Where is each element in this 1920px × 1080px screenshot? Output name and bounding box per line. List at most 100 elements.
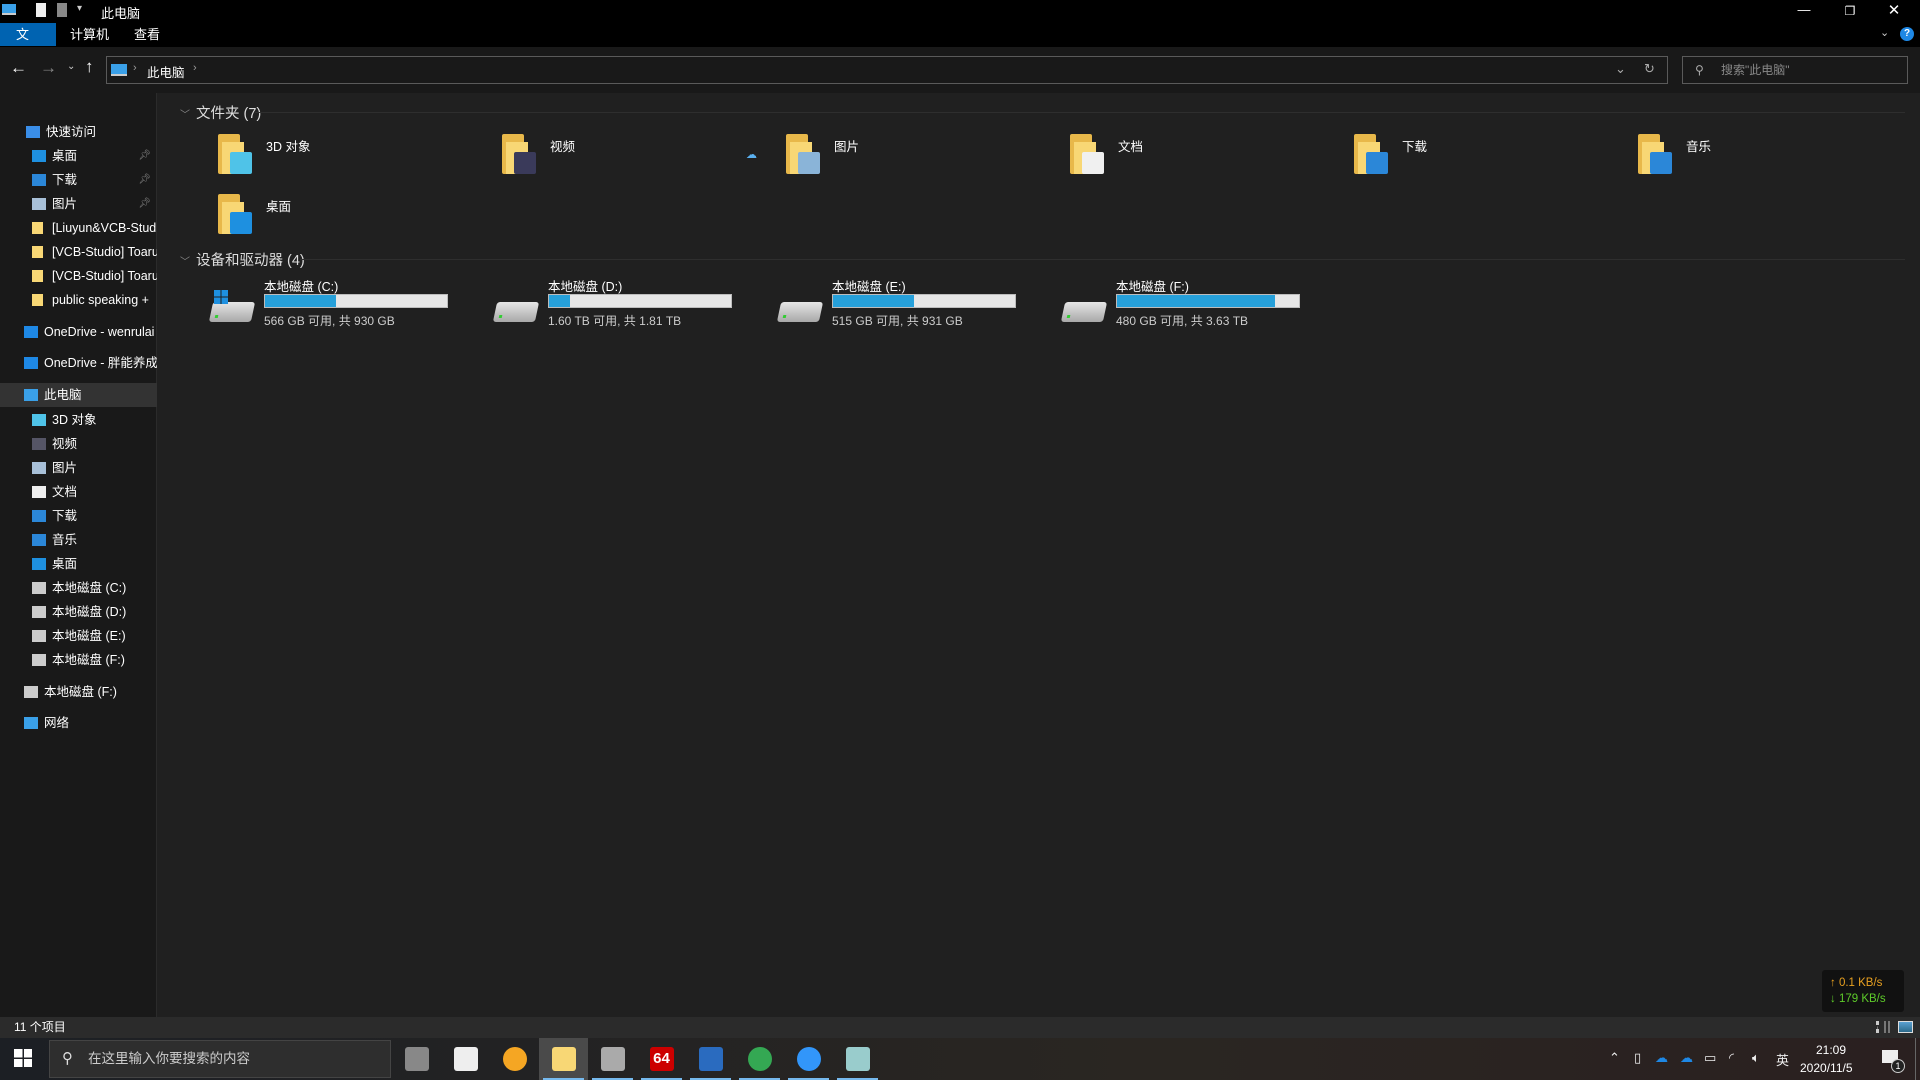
- drive-item[interactable]: 本地磁盘 (C:) 566 GB 可用, 共 930 GB: [208, 276, 495, 332]
- taskbar-weather[interactable]: [490, 1038, 539, 1080]
- chevron-right-icon[interactable]: ›: [133, 62, 137, 74]
- nav-item-pc[interactable]: 图片: [0, 456, 157, 480]
- address-bar[interactable]: › 此电脑 › ⌄ ↻: [106, 56, 1668, 84]
- refresh-icon[interactable]: ↻: [1644, 61, 1655, 77]
- nav-item-pc[interactable]: 3D 对象: [0, 408, 157, 432]
- folder-item[interactable]: 文档: [1070, 130, 1354, 178]
- nav-item-pc[interactable]: 本地磁盘 (D:): [0, 600, 157, 624]
- chevron-down-icon[interactable]: ﹀: [180, 257, 190, 268]
- nav-item-quick[interactable]: public speaking +: [0, 288, 157, 312]
- folder-item[interactable]: 下载: [1354, 130, 1638, 178]
- chevron-down-icon[interactable]: ﹀: [180, 110, 190, 121]
- taskbar-file-explorer[interactable]: [539, 1038, 588, 1080]
- usb-icon[interactable]: ▯: [1634, 1050, 1641, 1066]
- onedrive-icon[interactable]: ☁: [1680, 1050, 1693, 1066]
- nav-onedrive[interactable]: OneDrive - 胖能养成: [0, 351, 157, 375]
- nav-quick-access[interactable]: 快速访问: [0, 120, 157, 144]
- folder-item[interactable]: 音乐: [1638, 130, 1920, 178]
- restore-button[interactable]: ❐: [1836, 0, 1864, 22]
- nav-item-pc[interactable]: 下载: [0, 504, 157, 528]
- nav-item-pc[interactable]: 音乐: [0, 528, 157, 552]
- nav-item-quick[interactable]: 图片 📌︎: [0, 192, 157, 216]
- taskbar-notepad[interactable]: [833, 1038, 882, 1080]
- drive-label: 本地磁盘 (F:): [1116, 280, 1189, 294]
- ribbon-tabs: 文件 计算机 查看 ⌄ ?: [0, 22, 1920, 65]
- start-button[interactable]: [14, 1049, 32, 1067]
- tab-file[interactable]: 文件: [0, 23, 56, 65]
- nav-item-pc[interactable]: 本地磁盘 (C:): [0, 576, 157, 600]
- pin-icon[interactable]: 📌︎: [138, 144, 151, 168]
- folder-item[interactable]: 图片: [786, 130, 1070, 178]
- nav-item-pc[interactable]: 视频: [0, 432, 157, 456]
- back-button[interactable]: ←: [10, 58, 27, 78]
- minimize-button[interactable]: —: [1790, 0, 1818, 22]
- drive-item[interactable]: 本地磁盘 (E:) 515 GB 可用, 共 931 GB: [776, 276, 1063, 332]
- nav-item-quick[interactable]: [VCB-Studio] Toaru: [0, 240, 157, 264]
- volume-icon[interactable]: 🔈︎: [1752, 1050, 1760, 1066]
- customize-quick-access-icon[interactable]: ▾: [77, 3, 82, 14]
- devices-header[interactable]: ﹀ 设备和驱动器 (4): [180, 249, 305, 270]
- taskbar-resource-monitor[interactable]: [588, 1038, 637, 1080]
- nav-item-pc[interactable]: 桌面: [0, 552, 157, 576]
- help-icon[interactable]: ?: [1900, 27, 1914, 41]
- new-folder-icon[interactable]: [57, 3, 67, 17]
- drive-item[interactable]: 本地磁盘 (F:) 480 GB 可用, 共 3.63 TB: [1060, 276, 1347, 332]
- breadcrumb-this-pc[interactable]: 此电脑: [147, 62, 185, 81]
- taskbar-task-view[interactable]: [392, 1038, 441, 1080]
- this-pc-icon: [111, 64, 127, 76]
- folder-icon: [502, 134, 536, 174]
- nav-item-pc[interactable]: 本地磁盘 (E:): [0, 624, 157, 648]
- taskbar-search-input[interactable]: ⚲ 在这里输入你要搜索的内容: [49, 1040, 391, 1078]
- close-button[interactable]: ✕: [1880, 0, 1908, 22]
- nav-item-quick[interactable]: [Liuyun&VCB-Studio]: [0, 216, 157, 240]
- taskbar-dingtalk[interactable]: [784, 1038, 833, 1080]
- tab-view[interactable]: 查看: [118, 23, 176, 46]
- address-dropdown-icon[interactable]: ⌄: [1615, 61, 1626, 77]
- clock-time[interactable]: 21:09: [1815, 1043, 1847, 1057]
- notepad-icon: [845, 1047, 870, 1071]
- taskbar-chrome[interactable]: [735, 1038, 784, 1080]
- folder-item[interactable]: 视频: [502, 130, 786, 178]
- ime-indicator[interactable]: 英: [1776, 1050, 1789, 1069]
- folder-item[interactable]: 3D 对象: [218, 130, 502, 178]
- tab-computer[interactable]: 计算机: [54, 23, 125, 46]
- forward-button[interactable]: →: [40, 58, 57, 78]
- taskbar-photos[interactable]: [686, 1038, 735, 1080]
- expand-ribbon-icon[interactable]: ⌄: [1880, 26, 1889, 39]
- folders-header[interactable]: ﹀ 文件夹 (7): [180, 102, 261, 123]
- battery-icon[interactable]: ▭: [1704, 1050, 1716, 1066]
- desktop-icon: [32, 558, 46, 570]
- nav-drive-f[interactable]: 本地磁盘 (F:): [0, 680, 157, 704]
- taskbar-microsoft-store[interactable]: [441, 1038, 490, 1080]
- nav-onedrive[interactable]: OneDrive - wenrulai: [0, 320, 157, 344]
- large-icons-view-icon[interactable]: [1898, 1021, 1913, 1033]
- wifi-icon[interactable]: ◜: [1729, 1050, 1734, 1066]
- details-view-icon[interactable]: [1876, 1021, 1890, 1033]
- nav-item-quick[interactable]: [VCB-Studio] Toaru: [0, 264, 157, 288]
- recent-locations-icon[interactable]: ⌄: [67, 61, 75, 72]
- taskbar: ⚲ 在这里输入你要搜索的内容 ⌃ ▯ ☁ ☁ ▭ ◜ 🔈︎ 英 21:09 20…: [0, 1038, 1920, 1080]
- taskbar-aida64[interactable]: 64: [637, 1038, 686, 1080]
- properties-icon[interactable]: [36, 3, 46, 17]
- show-desktop-button[interactable]: [1915, 1038, 1920, 1080]
- nav-item-quick[interactable]: 桌面 📌︎: [0, 144, 157, 168]
- search-input[interactable]: ⚲ 搜索"此电脑": [1682, 56, 1908, 84]
- folder-icon: [32, 294, 43, 306]
- chevron-right-icon[interactable]: ›: [193, 62, 197, 74]
- nav-item-pc[interactable]: 本地磁盘 (F:): [0, 648, 157, 672]
- notification-count: 1: [1891, 1059, 1905, 1073]
- folder-item[interactable]: 桌面: [218, 190, 502, 238]
- nav-this-pc[interactable]: 此电脑: [0, 383, 157, 407]
- drive-item[interactable]: 本地磁盘 (D:) 1.60 TB 可用, 共 1.81 TB: [492, 276, 779, 332]
- nav-label: 此电脑: [44, 388, 82, 402]
- clock-date[interactable]: 2020/11/5: [1800, 1061, 1853, 1075]
- nav-item-quick[interactable]: 下载 📌︎: [0, 168, 157, 192]
- up-button[interactable]: ↑: [85, 57, 94, 77]
- navigation-pane[interactable]: 快速访问桌面 📌︎ 下载 📌︎ 图片 📌︎ [Liuyun&VCB-Studio] [VCB-…: [0, 93, 157, 1017]
- nav-item-pc[interactable]: 文档: [0, 480, 157, 504]
- onedrive-icon[interactable]: ☁: [1655, 1050, 1668, 1066]
- nav-network[interactable]: 网络: [0, 711, 157, 735]
- show-hidden-icons[interactable]: ⌃: [1609, 1050, 1620, 1066]
- pin-icon[interactable]: 📌︎: [138, 168, 151, 192]
- pin-icon[interactable]: 📌︎: [138, 192, 151, 216]
